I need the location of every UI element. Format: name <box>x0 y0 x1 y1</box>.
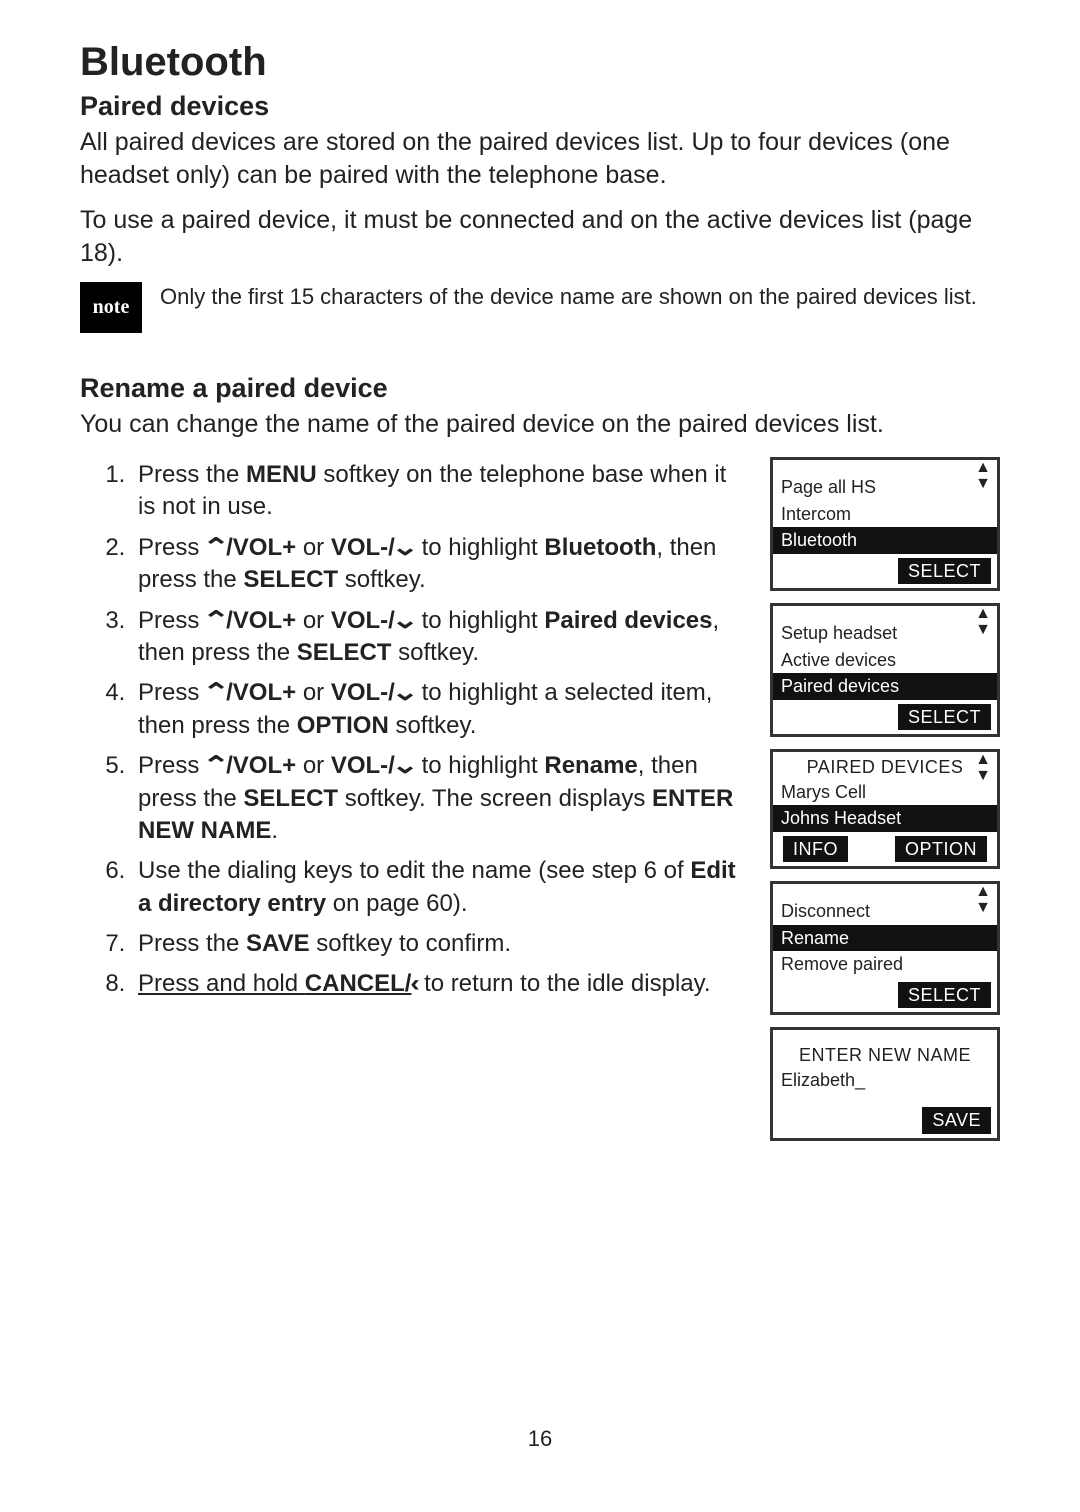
device-row: Marys Cell <box>773 779 997 806</box>
menu-row: Active devices <box>773 647 997 674</box>
screen-enter-name: ENTER NEW NAME Elizabeth SAVE <box>770 1027 1000 1141</box>
note-text: Only the first 15 characters of the devi… <box>160 282 1000 312</box>
screen-header: PAIRED DEVICES <box>773 752 997 779</box>
screen-header: ENTER NEW NAME <box>773 1040 997 1067</box>
menu-row: Intercom <box>773 501 997 528</box>
screen-option-menu: ▲▼ Disconnect Rename Remove paired SELEC… <box>770 881 1000 1015</box>
up-arrow-icon <box>206 752 226 779</box>
down-arrow-icon <box>395 752 415 779</box>
step-item: Press and hold CANCEL/ to return to the … <box>132 968 750 1000</box>
section-heading-rename: Rename a paired device <box>80 373 1000 404</box>
name-input-value: Elizabeth <box>773 1067 997 1094</box>
note-block: note Only the first 15 characters of the… <box>80 282 1000 333</box>
scroll-indicator-icon: ▲▼ <box>975 606 991 638</box>
menu-row-selected: Paired devices <box>773 673 997 700</box>
back-arrow-icon <box>411 970 417 997</box>
menu-row-selected: Rename <box>773 925 997 952</box>
page-number: 16 <box>0 1426 1080 1452</box>
menu-row: Disconnect <box>773 898 997 925</box>
screen-bluetooth-menu: ▲▼ Setup headset Active devices Paired d… <box>770 603 1000 737</box>
menu-row: Setup headset <box>773 620 997 647</box>
page-title: Bluetooth <box>80 40 1000 85</box>
softkey-select: SELECT <box>898 982 991 1009</box>
menu-row: Remove paired <box>773 951 997 978</box>
paragraph: All paired devices are stored on the pai… <box>80 126 1000 192</box>
menu-row: Page all HS <box>773 474 997 501</box>
scroll-indicator-icon: ▲▼ <box>975 752 991 784</box>
scroll-indicator-icon: ▲▼ <box>975 460 991 492</box>
down-arrow-icon <box>395 607 415 634</box>
softkey-select: SELECT <box>898 704 991 731</box>
down-arrow-icon <box>395 534 415 561</box>
step-item: Press the MENU softkey on the telephone … <box>132 459 750 524</box>
down-arrow-icon <box>395 679 415 706</box>
softkey-info: INFO <box>783 836 848 863</box>
device-row-selected: Johns Headset <box>773 805 997 832</box>
softkey-save: SAVE <box>922 1107 991 1134</box>
paragraph: To use a paired device, it must be conne… <box>80 204 1000 270</box>
screen-menu-bluetooth: ▲▼ Page all HS Intercom Bluetooth SELECT <box>770 457 1000 591</box>
up-arrow-icon <box>206 607 226 634</box>
up-arrow-icon <box>206 679 226 706</box>
steps-list: Press the MENU softkey on the telephone … <box>80 459 750 1001</box>
paragraph: You can change the name of the paired de… <box>80 408 1000 441</box>
up-arrow-icon <box>206 534 226 561</box>
step-item: Press /VOL+ or VOL-/ to highlight Blueto… <box>132 532 750 597</box>
section-heading-paired: Paired devices <box>80 91 1000 122</box>
note-badge: note <box>80 282 142 333</box>
scroll-indicator-icon: ▲▼ <box>975 884 991 916</box>
screen-illustrations: ▲▼ Page all HS Intercom Bluetooth SELECT… <box>770 453 1000 1141</box>
step-item: Press the SAVE softkey to confirm. <box>132 928 750 960</box>
screen-paired-devices: ▲▼ PAIRED DEVICES Marys Cell Johns Heads… <box>770 749 1000 869</box>
softkey-select: SELECT <box>898 558 991 585</box>
menu-row-selected: Bluetooth <box>773 527 997 554</box>
step-item: Press /VOL+ or VOL-/ to highlight a sele… <box>132 677 750 742</box>
step-item: Press /VOL+ or VOL-/ to highlight Paired… <box>132 605 750 670</box>
softkey-option: OPTION <box>895 836 987 863</box>
step-item: Use the dialing keys to edit the name (s… <box>132 855 750 920</box>
step-item: Press /VOL+ or VOL-/ to highlight Rename… <box>132 750 750 847</box>
